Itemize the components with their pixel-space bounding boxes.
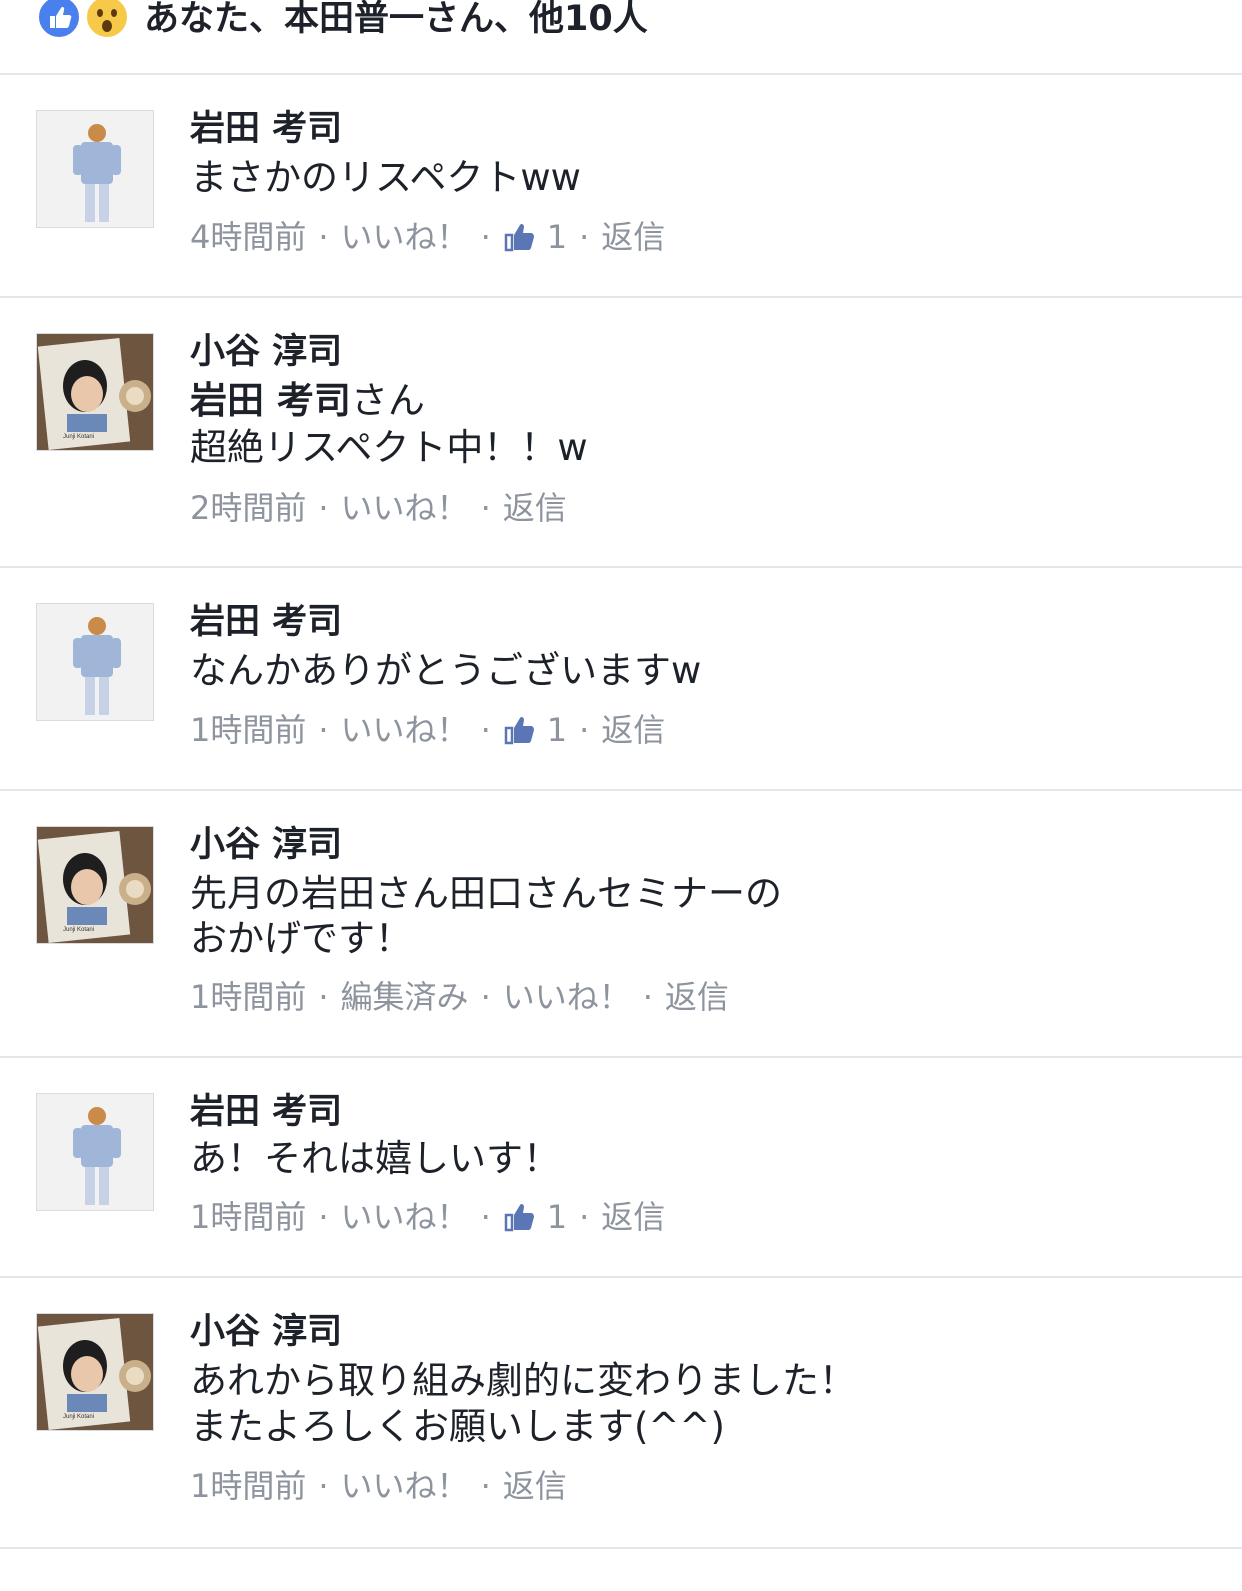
dot-separator: ·	[318, 489, 329, 527]
thumbs-up-icon	[503, 220, 537, 254]
avatar[interactable]: Junji Kotani	[36, 1313, 154, 1431]
reply-link[interactable]: 返信	[601, 1197, 665, 1237]
dot-separator: ·	[480, 978, 491, 1016]
comment-item: 岩田 考司 なんかありがとうございますw 1時間前 · いいね！ · 1 · 返…	[0, 568, 1242, 791]
comment-item: 岩田 考司 まさかのリスペクトww 4時間前 · いいね！ · 1 · 返信	[0, 75, 1242, 298]
dot-separator: ·	[480, 218, 491, 256]
comment-text: 超絶リスペクト中！！w	[190, 426, 588, 469]
comment-item: Junji Kotani 小谷 淳司 岩田 考司さん 超絶リスペクト中！！w 2…	[0, 298, 1242, 568]
dot-separator: ·	[318, 711, 329, 749]
dot-separator: ·	[480, 711, 491, 749]
avatar[interactable]: Junji Kotani	[36, 333, 154, 451]
like-count[interactable]: 1	[547, 710, 567, 750]
reply-link[interactable]: 返信	[601, 710, 665, 750]
wow-icon	[84, 0, 130, 40]
comment-text: なんかありがとうございますw	[190, 649, 702, 692]
comment-item: Junji Kotani 小谷 淳司 先月の岩田さん田口さんセミナーの おかげで…	[0, 791, 1242, 1058]
reply-link[interactable]: 返信	[503, 1466, 567, 1506]
dot-separator: ·	[318, 1198, 329, 1236]
reply-link[interactable]: 返信	[665, 977, 729, 1017]
dot-separator: ·	[642, 978, 653, 1016]
comment-time[interactable]: 1時間前	[190, 1466, 306, 1506]
comment-meta: 1時間前 · いいね！ · 返信	[190, 1466, 567, 1506]
reply-link[interactable]: 返信	[601, 217, 665, 257]
dot-separator: ·	[480, 489, 491, 527]
comment-author[interactable]: 岩田 考司	[190, 600, 342, 644]
dot-separator: ·	[579, 1198, 590, 1236]
comment-text: おかげです！	[190, 917, 412, 960]
comment-text: あ！それは嬉しいす！	[190, 1137, 560, 1180]
dot-separator: ·	[579, 218, 590, 256]
comment-mention-line: 岩田 考司さん	[190, 378, 425, 424]
thumbs-up-icon	[503, 1200, 537, 1234]
avatar[interactable]	[36, 110, 154, 228]
like-link[interactable]: いいね！	[341, 710, 469, 750]
comments-screen: あなた、本田普一さん、他10人 岩田 考司 まさかのリスペクトww 4時間前 ·…	[0, 0, 1242, 1591]
comment-text: あれから取り組み劇的に変わりました！	[190, 1359, 856, 1402]
avatar[interactable]: Junji Kotani	[36, 826, 154, 944]
comment-author[interactable]: 小谷 淳司	[190, 1310, 342, 1354]
avatar-caption: Junji Kotani	[63, 434, 94, 440]
dot-separator: ·	[579, 711, 590, 749]
comment-time[interactable]: 1時間前	[190, 977, 306, 1017]
comment-item: 岩田 考司 あ！それは嬉しいす！ 1時間前 · いいね！ · 1 · 返信	[0, 1058, 1242, 1278]
thumbs-up-icon	[503, 713, 537, 747]
comment-meta: 1時間前 · 編集済み · いいね！ · 返信	[190, 977, 729, 1017]
mention-suffix: さん	[350, 379, 425, 422]
comment-author[interactable]: 岩田 考司	[190, 107, 342, 151]
comment-meta: 4時間前 · いいね！ · 1 · 返信	[190, 217, 665, 257]
like-count[interactable]: 1	[547, 217, 567, 257]
avatar-caption: Junji Kotani	[63, 927, 94, 933]
avatar-caption: Junji Kotani	[63, 1414, 94, 1420]
reactions-bar[interactable]: あなた、本田普一さん、他10人	[0, 0, 1242, 75]
comment-time[interactable]: 1時間前	[190, 1197, 306, 1237]
like-link[interactable]: いいね！	[341, 1466, 469, 1506]
edited-label[interactable]: 編集済み	[341, 977, 469, 1017]
avatar[interactable]	[36, 1093, 154, 1211]
like-count[interactable]: 1	[547, 1197, 567, 1237]
like-link[interactable]: いいね！	[341, 1197, 469, 1237]
comment-meta: 1時間前 · いいね！ · 1 · 返信	[190, 710, 665, 750]
comment-time[interactable]: 1時間前	[190, 710, 306, 750]
comment-time[interactable]: 2時間前	[190, 488, 306, 528]
dot-separator: ·	[480, 1198, 491, 1236]
dot-separator: ·	[480, 1467, 491, 1505]
comment-text: 先月の岩田さん田口さんセミナーの	[190, 872, 782, 915]
comment-meta: 2時間前 · いいね！ · 返信	[190, 488, 567, 528]
like-link[interactable]: いいね！	[341, 488, 469, 528]
like-icon	[36, 0, 82, 40]
dot-separator: ·	[318, 218, 329, 256]
comment-item: Junji Kotani 小谷 淳司 あれから取り組み劇的に変わりました！ また…	[0, 1278, 1242, 1549]
comment-author[interactable]: 小谷 淳司	[190, 330, 342, 374]
comment-text: またよろしくお願いします(^^)	[190, 1405, 725, 1448]
like-link[interactable]: いいね！	[341, 217, 469, 257]
reply-link[interactable]: 返信	[503, 488, 567, 528]
like-link[interactable]: いいね！	[503, 977, 631, 1017]
mention-link[interactable]: 岩田 考司	[190, 379, 351, 422]
reactions-summary[interactable]: あなた、本田普一さん、他10人	[144, 0, 648, 41]
avatar[interactable]	[36, 603, 154, 721]
comment-author[interactable]: 岩田 考司	[190, 1090, 342, 1134]
comment-text: まさかのリスペクトww	[190, 156, 581, 199]
dot-separator: ·	[318, 1467, 329, 1505]
comment-author[interactable]: 小谷 淳司	[190, 823, 342, 867]
dot-separator: ·	[318, 978, 329, 1016]
comment-time[interactable]: 4時間前	[190, 217, 306, 257]
comment-meta: 1時間前 · いいね！ · 1 · 返信	[190, 1197, 665, 1237]
